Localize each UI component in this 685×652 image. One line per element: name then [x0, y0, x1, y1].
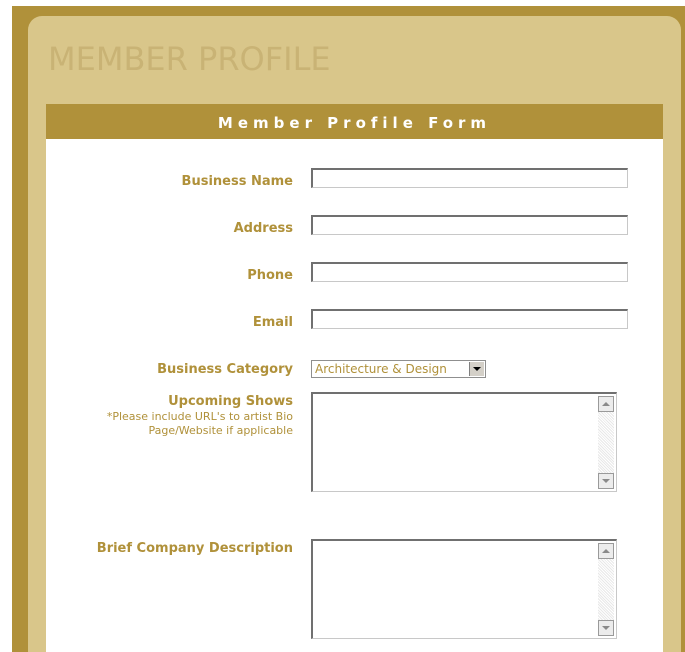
brief-description-textarea[interactable]: [311, 539, 617, 639]
scroll-down-arrow-icon[interactable]: [598, 473, 614, 489]
brief-description-label: Brief Company Description: [96, 541, 293, 556]
chevron-down-icon[interactable]: [469, 362, 484, 376]
member-profile-form: Member Profile Form Business Name Addres…: [46, 104, 663, 652]
upcoming-shows-scrollbar[interactable]: [598, 396, 614, 489]
email-input[interactable]: [311, 309, 628, 329]
address-label: Address: [233, 221, 293, 236]
business-category-selected: Architecture & Design: [315, 362, 447, 376]
business-category-label: Business Category: [157, 362, 293, 377]
brief-description-scrollbar[interactable]: [598, 543, 614, 636]
phone-input[interactable]: [311, 262, 628, 282]
address-input[interactable]: [311, 215, 628, 235]
upcoming-shows-textarea[interactable]: [311, 392, 617, 492]
scroll-down-arrow-icon[interactable]: [598, 620, 614, 636]
page-title: MEMBER PROFILE: [48, 40, 331, 78]
email-label: Email: [252, 315, 293, 330]
scroll-up-arrow-icon[interactable]: [598, 396, 614, 412]
upcoming-shows-label: Upcoming Shows: [168, 394, 293, 409]
business-category-select[interactable]: Architecture & Design: [311, 360, 486, 378]
business-name-label: Business Name: [181, 174, 293, 189]
phone-label: Phone: [247, 268, 293, 283]
upcoming-shows-note: *Please include URL's to artist Bio Page…: [106, 410, 293, 437]
business-name-input[interactable]: [311, 168, 628, 188]
form-header: Member Profile Form: [46, 104, 663, 139]
scroll-up-arrow-icon[interactable]: [598, 543, 614, 559]
